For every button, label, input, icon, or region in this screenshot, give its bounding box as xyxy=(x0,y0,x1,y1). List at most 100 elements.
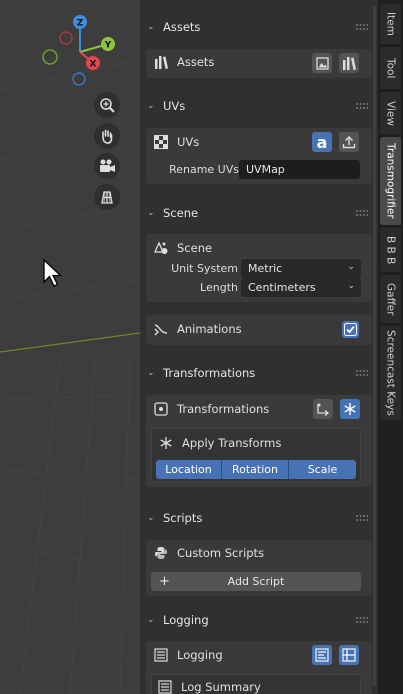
gizmo-x-label: X xyxy=(90,60,97,70)
assets-panel-header[interactable]: ⌄ Assets xyxy=(140,14,378,40)
transformations-box: Transformations Apply Transforms Locatio… xyxy=(146,395,372,487)
apply-transforms-row: Apply Transforms xyxy=(159,436,281,450)
scene-panel-title: Scene xyxy=(163,206,199,220)
tab-item-label: Item xyxy=(384,12,397,36)
length-dropdown[interactable]: Centimeters ⌄ xyxy=(241,278,361,297)
log-details-toggle-button[interactable] xyxy=(312,645,332,665)
transform-pivot-button[interactable] xyxy=(313,399,333,419)
tab-transmogrifier-label: Transmogrifier xyxy=(384,143,397,219)
log-summary-row: Log Summary xyxy=(158,680,261,694)
uvs-row: UVs xyxy=(154,135,199,149)
animations-label: Animations xyxy=(177,322,242,336)
tab-view[interactable]: View xyxy=(380,92,401,134)
asset-library-icon xyxy=(155,56,168,69)
image-icon xyxy=(315,56,329,70)
3d-viewport[interactable]: Z Y X xyxy=(0,0,140,694)
log-summary-subpanel: Log Summary xyxy=(151,674,361,694)
sidebar-panel[interactable]: ⌄ Assets Assets ⌄ UVs UVs a Rename UVs U… xyxy=(140,0,378,694)
logging-panel-header[interactable]: ⌄ Logging xyxy=(140,607,378,633)
apply-scale-button[interactable]: Scale xyxy=(289,460,356,479)
unit-system-label: Unit System xyxy=(171,262,238,275)
tab-tool-label: Tool xyxy=(384,57,397,79)
tab-screencast-keys[interactable]: Screencast Keys xyxy=(380,326,401,420)
drag-grip-icon[interactable] xyxy=(356,515,368,521)
scripts-box: Custom Scripts + Add Script xyxy=(146,540,372,596)
sidebar-tab-strip: Item Tool View Transmogrifier B B B Gaff… xyxy=(378,0,403,694)
log-list-icon xyxy=(158,680,172,694)
uvs-label: UVs xyxy=(177,135,200,149)
tab-gaffer[interactable]: Gaffer xyxy=(380,275,401,323)
assets-panel-title: Assets xyxy=(163,20,201,34)
logging-row: Logging xyxy=(154,648,223,662)
drag-grip-icon[interactable] xyxy=(356,617,368,623)
uvs-box: UVs a Rename UVs UVMap xyxy=(146,128,372,184)
uvs-panel-header[interactable]: ⌄ UVs xyxy=(140,93,378,119)
animations-row: Animations xyxy=(154,322,242,336)
add-script-button[interactable]: + Add Script xyxy=(151,572,361,591)
apply-transforms-subpanel: Apply Transforms Location Rotation Scale xyxy=(151,428,361,482)
tab-transmogrifier[interactable]: Transmogrifier xyxy=(380,137,401,225)
pan-button[interactable] xyxy=(94,123,120,149)
log-table-toggle-button[interactable] xyxy=(339,645,359,665)
drag-grip-icon[interactable] xyxy=(356,24,368,30)
zoom-button[interactable] xyxy=(94,92,120,118)
apply-transforms-toggle-button[interactable] xyxy=(340,399,360,419)
snowflake-icon xyxy=(160,437,172,449)
tab-bbb[interactable]: B B B xyxy=(380,228,401,272)
tab-view-label: View xyxy=(384,100,397,126)
animations-checkbox[interactable] xyxy=(342,321,359,338)
transformations-panel-title: Transformations xyxy=(163,366,256,380)
uv-export-button[interactable] xyxy=(339,132,359,152)
unit-system-value: Metric xyxy=(248,262,283,275)
drag-grip-icon[interactable] xyxy=(356,103,368,109)
transformations-panel-header[interactable]: ⌄ Transformations xyxy=(140,360,378,386)
assets-row: Assets xyxy=(154,54,214,70)
drag-grip-icon[interactable] xyxy=(356,210,368,216)
length-label: Length xyxy=(200,281,238,294)
checker-icon xyxy=(154,135,168,149)
logging-box: Logging Log Summary xyxy=(146,641,372,694)
camera-view-button[interactable] xyxy=(94,153,120,179)
custom-scripts-row: Custom Scripts xyxy=(154,546,264,560)
animation-curve-icon xyxy=(154,324,168,336)
rename-uvs-label: Rename UVs xyxy=(169,163,239,176)
drag-grip-icon[interactable] xyxy=(356,370,368,376)
uv-rename-toggle-button[interactable]: a xyxy=(312,132,332,152)
magnifier-plus-icon xyxy=(100,98,115,113)
navigation-gizmo[interactable]: Z Y X xyxy=(36,12,126,92)
tab-gaffer-label: Gaffer xyxy=(384,282,397,316)
text-list-icon xyxy=(315,648,329,662)
tab-tool[interactable]: Tool xyxy=(380,47,401,89)
chevron-down-icon: ⌄ xyxy=(147,208,155,218)
hand-icon xyxy=(102,129,113,144)
chevron-down-icon: ⌄ xyxy=(147,22,155,32)
asset-library-button[interactable] xyxy=(339,53,359,73)
apply-transforms-buttons: Location Rotation Scale xyxy=(156,460,356,479)
chevron-down-icon: ⌄ xyxy=(147,368,155,378)
grid-icon xyxy=(101,191,113,204)
chevron-down-icon: ⌄ xyxy=(347,262,355,272)
length-value: Centimeters xyxy=(248,281,316,294)
asset-browser-button[interactable] xyxy=(312,53,332,73)
gizmo-z-label: Z xyxy=(77,19,84,29)
apply-transforms-label: Apply Transforms xyxy=(182,436,282,450)
mouse-cursor-icon xyxy=(43,258,63,287)
ortho-toggle-button[interactable] xyxy=(94,184,120,210)
sidebar-scrollbar[interactable] xyxy=(373,6,376,686)
tab-item[interactable]: Item xyxy=(380,4,401,44)
apply-rotation-button[interactable]: Rotation xyxy=(222,460,289,479)
scripts-panel-header[interactable]: ⌄ Scripts xyxy=(140,505,378,531)
unit-system-dropdown[interactable]: Metric ⌄ xyxy=(241,259,361,278)
assets-box: Assets xyxy=(146,49,372,78)
apply-location-button[interactable]: Location xyxy=(156,460,222,479)
chevron-down-icon: ⌄ xyxy=(147,513,155,523)
assets-label: Assets xyxy=(177,55,215,69)
asset-library-icon xyxy=(343,57,356,70)
object-origin-icon xyxy=(154,402,168,416)
tab-screencast-keys-label: Screencast Keys xyxy=(384,330,397,416)
log-summary-label: Log Summary xyxy=(181,680,261,694)
rename-uvs-input[interactable]: UVMap xyxy=(239,160,360,179)
uvs-panel-title: UVs xyxy=(163,99,186,113)
transformations-label: Transformations xyxy=(177,402,270,416)
scene-panel-header[interactable]: ⌄ Scene xyxy=(140,200,378,226)
